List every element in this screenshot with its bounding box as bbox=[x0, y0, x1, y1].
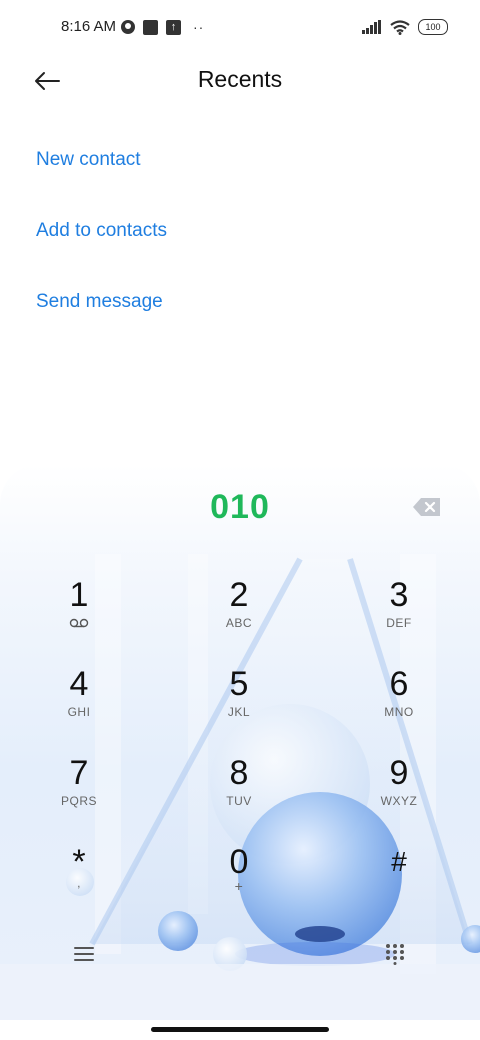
key-letters: GHI bbox=[67, 705, 91, 719]
square-notification-icon bbox=[143, 19, 158, 35]
system-icons: 100 bbox=[362, 19, 448, 35]
key-letters: , bbox=[77, 876, 81, 890]
upload-notification-icon: ↑ bbox=[166, 19, 181, 35]
key-letters: WXYZ bbox=[380, 794, 418, 808]
key-digit: 7 bbox=[69, 754, 89, 792]
home-indicator[interactable] bbox=[151, 1027, 329, 1032]
status-bar: 8:16 AM ↑ ·· 100 bbox=[0, 0, 480, 56]
key-digit: 3 bbox=[389, 576, 409, 614]
key-2[interactable]: 2 ABC bbox=[179, 575, 299, 655]
backspace-icon bbox=[413, 498, 440, 516]
key-hash[interactable]: # bbox=[339, 842, 459, 922]
key-digit: 2 bbox=[229, 576, 249, 614]
key-3[interactable]: 3 DEF bbox=[339, 575, 459, 655]
key-7[interactable]: 7 PQRS bbox=[19, 753, 139, 833]
page-title: Recents bbox=[197, 66, 283, 92]
dialpad-toggle-button[interactable] bbox=[375, 934, 415, 974]
dialed-number: 010 bbox=[210, 488, 270, 526]
dialpad-panel: 010 1 2 ABC 3 DEF 4 GHI 5 JKL 6 MNO 7 PQ… bbox=[0, 464, 480, 1020]
key-digit: 4 bbox=[69, 665, 89, 703]
key-digit: 5 bbox=[229, 665, 249, 703]
key-digit: 1 bbox=[69, 576, 89, 614]
key-digit: 8 bbox=[229, 754, 249, 792]
key-5[interactable]: 5 JKL bbox=[179, 664, 299, 744]
key-letters: PQRS bbox=[60, 794, 97, 808]
key-0[interactable]: 0 + bbox=[179, 842, 299, 922]
key-4[interactable]: 4 GHI bbox=[19, 664, 139, 744]
add-to-contacts-link[interactable]: Add to contacts bbox=[36, 220, 167, 242]
key-letters: ABC bbox=[225, 616, 253, 630]
key-8[interactable]: 8 TUV bbox=[179, 753, 299, 833]
voicemail-icon bbox=[69, 618, 89, 628]
backspace-button[interactable] bbox=[412, 497, 442, 517]
key-digit: 6 bbox=[389, 665, 409, 703]
app-notification-icon bbox=[121, 20, 135, 34]
new-contact-link[interactable]: New contact bbox=[36, 149, 141, 171]
key-1[interactable]: 1 bbox=[19, 575, 139, 655]
key-digit: 9 bbox=[389, 754, 409, 792]
key-letters: MNO bbox=[384, 705, 414, 719]
key-letters: TUV bbox=[226, 794, 252, 808]
signal-icon bbox=[362, 20, 381, 34]
key-letters: DEF bbox=[386, 616, 412, 630]
notification-icons: ↑ ·· bbox=[121, 19, 204, 35]
key-letters: + bbox=[234, 878, 244, 894]
send-message-link[interactable]: Send message bbox=[36, 291, 163, 313]
menu-icon bbox=[74, 947, 94, 961]
key-digit: 0 bbox=[229, 843, 249, 881]
key-letters: JKL bbox=[227, 705, 251, 719]
key-9[interactable]: 9 WXYZ bbox=[339, 753, 459, 833]
key-star[interactable]: * , bbox=[19, 842, 139, 922]
key-digit: # bbox=[391, 846, 407, 877]
wifi-icon bbox=[390, 19, 410, 35]
battery-indicator: 100 bbox=[418, 19, 448, 35]
dialpad-grid-icon bbox=[386, 944, 404, 965]
more-notifications-icon: ·· bbox=[193, 19, 205, 35]
menu-button[interactable] bbox=[64, 934, 104, 974]
status-time: 8:16 AM bbox=[61, 18, 117, 35]
key-6[interactable]: 6 MNO bbox=[339, 664, 459, 744]
